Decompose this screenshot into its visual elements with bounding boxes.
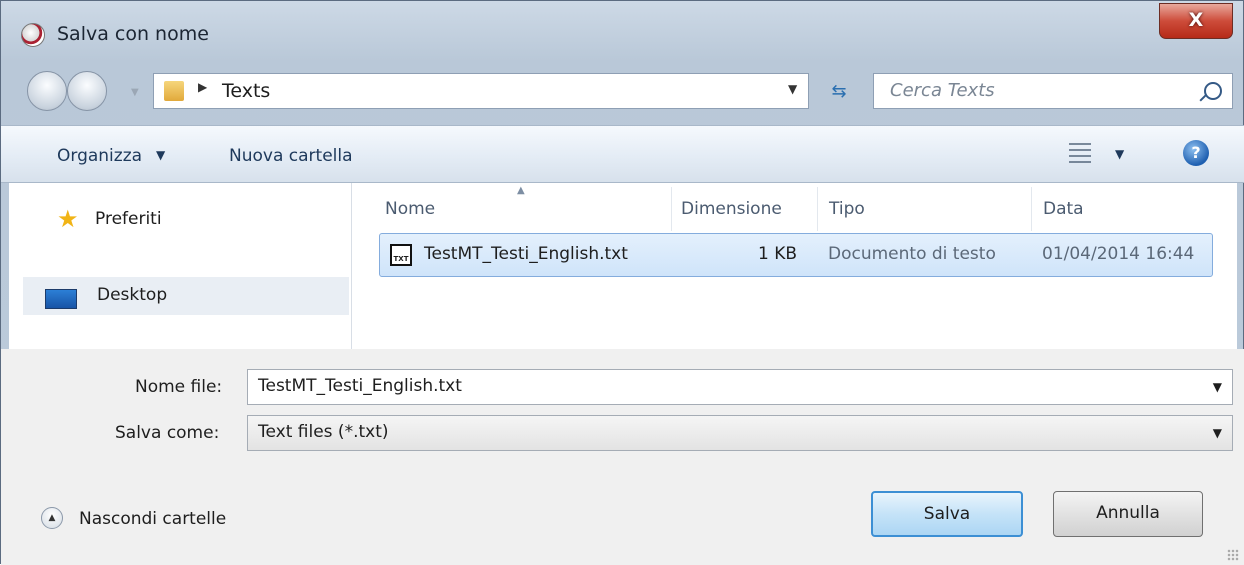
search-input[interactable]: Cerca Texts — [873, 73, 1233, 109]
savetype-select[interactable]: Text files (*.txt) ▼ — [247, 415, 1233, 451]
browser-pane: ★ Preferiti Desktop ▲ Nome Dimensione Ti… — [9, 183, 1237, 349]
save-as-dialog: Salva con nome X ▼ ▶ Texts ▼ ⇆ Cerca Tex… — [0, 0, 1244, 565]
search-placeholder: Cerca Texts — [890, 80, 995, 101]
view-dropdown-icon[interactable]: ▼ — [1115, 147, 1124, 161]
savetype-value: Text files (*.txt) — [258, 422, 389, 442]
chevron-down-icon[interactable]: ▼ — [1213, 426, 1222, 440]
folder-icon — [164, 81, 184, 101]
sidebar-item-desktop[interactable]: Desktop — [23, 277, 349, 315]
column-divider[interactable] — [671, 187, 672, 231]
address-dropdown-icon[interactable]: ▼ — [788, 82, 797, 96]
file-type: Documento di testo — [828, 244, 996, 264]
breadcrumb-chevron-icon[interactable]: ▶ — [198, 80, 207, 94]
search-icon[interactable] — [1204, 82, 1222, 100]
forward-arrow-icon[interactable] — [67, 71, 107, 111]
view-options-icon[interactable] — [1069, 143, 1091, 163]
desktop-icon — [45, 289, 77, 309]
column-header-type[interactable]: Tipo — [829, 199, 865, 219]
chevron-up-icon[interactable]: ▲ — [41, 507, 63, 529]
star-icon: ★ — [57, 205, 79, 233]
column-divider[interactable] — [817, 187, 818, 231]
app-icon — [21, 23, 45, 47]
column-header-size[interactable]: Dimensione — [681, 199, 782, 219]
chevron-down-icon[interactable]: ▼ — [156, 148, 165, 162]
column-divider[interactable] — [1031, 187, 1032, 231]
save-options: Nome file: TestMT_Testi_English.txt ▼ Sa… — [1, 349, 1244, 565]
file-size: 1 KB — [758, 244, 798, 264]
navigation-pane: ★ Preferiti Desktop — [9, 183, 352, 349]
resize-grip-icon[interactable] — [1227, 549, 1239, 561]
file-list: ▲ Nome Dimensione Tipo Data TXT TestMT_T… — [351, 183, 1237, 349]
navigation-bar: ▼ ▶ Texts ▼ ⇆ Cerca Texts — [1, 63, 1244, 123]
history-dropdown-icon[interactable]: ▼ — [131, 87, 139, 98]
file-date: 01/04/2014 16:44 — [1042, 244, 1195, 264]
savetype-label: Salva come: — [115, 423, 220, 443]
file-name: TestMT_Testi_English.txt — [424, 244, 628, 264]
sidebar-item-favorites[interactable]: Preferiti — [95, 209, 162, 229]
command-bar: Organizza ▼ Nuova cartella ▼ ? — [1, 125, 1244, 183]
new-folder-button[interactable]: Nuova cartella — [229, 146, 353, 166]
table-row[interactable]: TXT TestMT_Testi_English.txt 1 KB Docume… — [379, 233, 1213, 277]
refresh-icon[interactable]: ⇆ — [819, 77, 859, 107]
help-icon[interactable]: ? — [1183, 140, 1209, 166]
window-title: Salva con nome — [57, 23, 209, 45]
filename-label: Nome file: — [135, 377, 223, 397]
filename-field[interactable]: TestMT_Testi_English.txt ▼ — [247, 369, 1233, 405]
title-bar[interactable]: Salva con nome X — [1, 1, 1244, 61]
cancel-button[interactable]: Annulla — [1053, 491, 1203, 537]
sidebar-item-label: Desktop — [97, 285, 168, 305]
back-arrow-icon[interactable] — [27, 71, 67, 111]
filename-value: TestMT_Testi_English.txt — [258, 376, 462, 396]
column-header-name[interactable]: Nome — [385, 199, 435, 219]
address-bar[interactable]: ▶ Texts ▼ — [153, 73, 809, 109]
txt-file-icon: TXT — [390, 244, 412, 266]
sort-ascending-icon: ▲ — [517, 185, 525, 196]
organize-button[interactable]: Organizza — [57, 146, 142, 166]
close-button[interactable]: X — [1159, 3, 1233, 39]
breadcrumb-item[interactable]: Texts — [222, 80, 270, 102]
chevron-down-icon[interactable]: ▼ — [1213, 380, 1222, 394]
column-header-date[interactable]: Data — [1043, 199, 1084, 219]
save-button[interactable]: Salva — [871, 491, 1023, 537]
hide-folders-button[interactable]: Nascondi cartelle — [79, 509, 226, 529]
